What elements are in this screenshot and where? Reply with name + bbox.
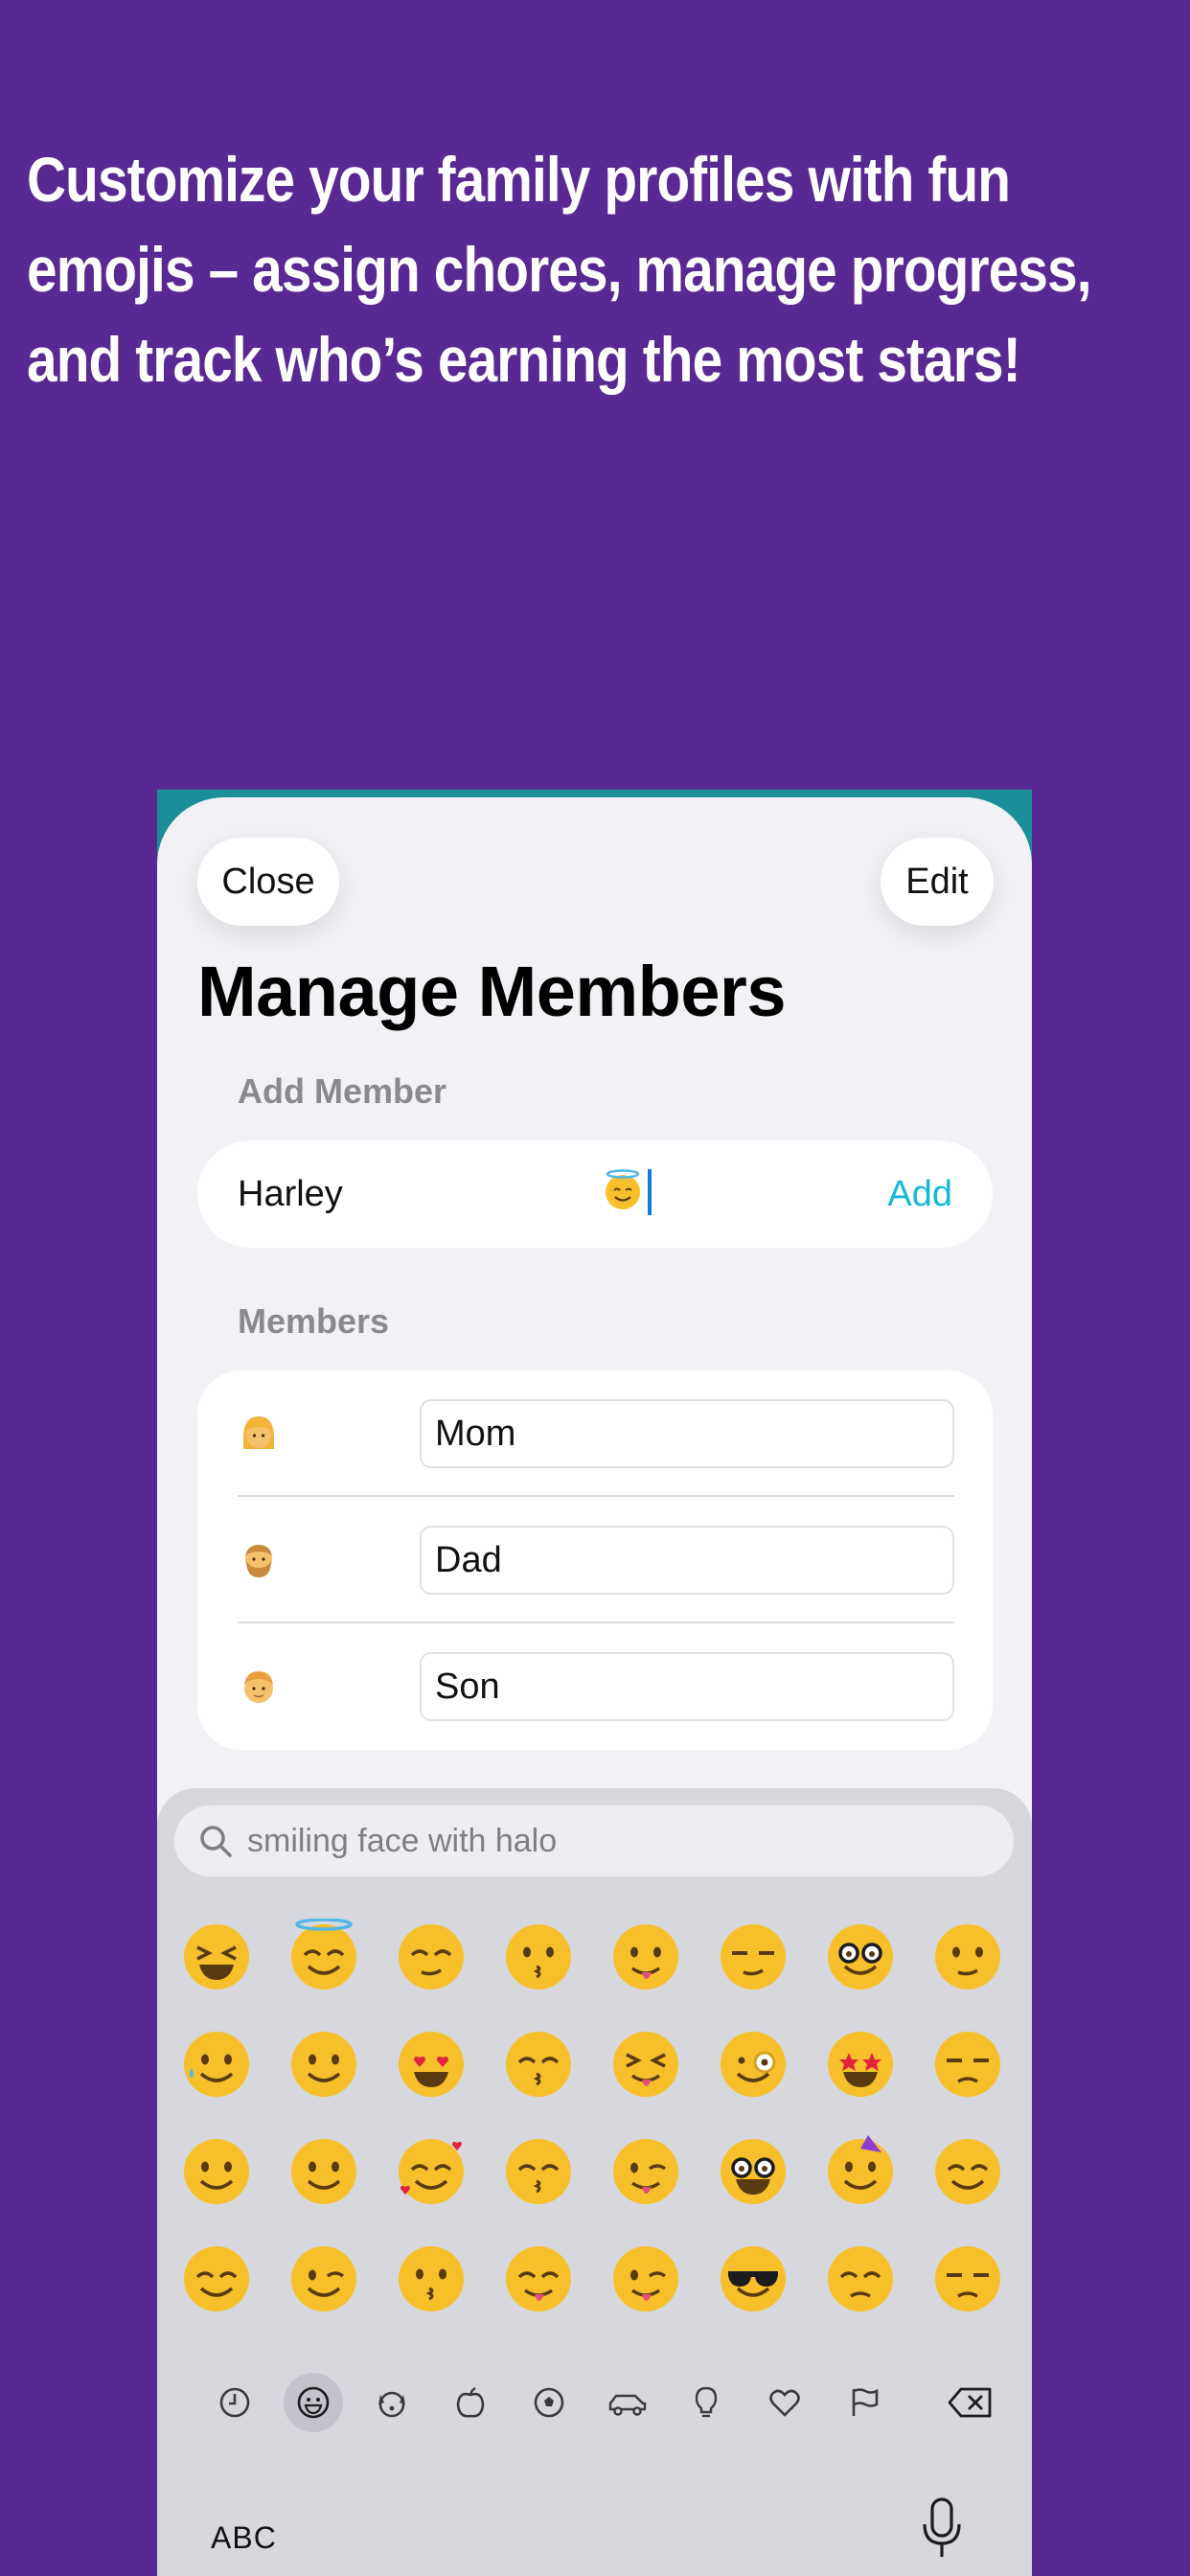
smiling-eyes-icon[interactable] [178, 2241, 255, 2317]
smirking-face-icon[interactable] [929, 1919, 1006, 1995]
face-with-tongue-icon[interactable] [607, 1919, 684, 1995]
partying-face-icon[interactable] [822, 2133, 899, 2210]
member-name-field[interactable]: Mom [420, 1399, 954, 1468]
symbols-icon[interactable] [755, 2373, 814, 2432]
add-member-button[interactable]: Add [887, 1174, 952, 1215]
man-beard-emoji-icon[interactable] [238, 1539, 280, 1581]
boy-emoji-icon[interactable] [238, 1666, 280, 1708]
members-list: Mom Dad Son [197, 1370, 993, 1750]
list-item: Son [197, 1623, 993, 1750]
disguised-face-icon[interactable] [822, 1919, 899, 1995]
smiling-face-with-tear-icon[interactable] [178, 2026, 255, 2103]
list-item: Dad [197, 1497, 993, 1623]
headline-line-3: and track who’s earning the most stars! [27, 324, 1021, 395]
page-title: Manage Members [197, 952, 786, 1031]
smiling-face-with-halo-icon[interactable] [602, 1169, 644, 1211]
face-with-raised-eyebrow-icon[interactable] [715, 1919, 791, 1995]
smiling-face-with-halo-icon[interactable] [286, 1919, 362, 1995]
abc-keyboard-button[interactable]: ABC [211, 2520, 277, 2556]
food-icon[interactable] [441, 2373, 500, 2432]
squinting-tongue-icon[interactable] [607, 2026, 684, 2103]
smiling-face-icon[interactable] [178, 2133, 255, 2210]
close-button[interactable]: Close [197, 838, 339, 926]
member-name-field[interactable]: Son [420, 1652, 954, 1721]
face-savoring-food-icon[interactable] [500, 2241, 577, 2317]
slightly-smiling-face-icon[interactable] [286, 2026, 362, 2103]
heart-eyes-icon[interactable] [393, 2026, 469, 2103]
zany-face-icon[interactable] [607, 2241, 684, 2317]
flags-icon[interactable] [834, 2373, 893, 2432]
winking-tongue-icon[interactable] [607, 2133, 684, 2210]
list-item: Mom [197, 1370, 993, 1497]
smileys-icon[interactable] [284, 2373, 343, 2432]
search-icon [200, 1826, 232, 1857]
edit-button[interactable]: Edit [881, 838, 994, 926]
objects-icon[interactable] [676, 2373, 736, 2432]
kissing-smiling-eyes-icon[interactable] [500, 2026, 577, 2103]
member-name-field[interactable]: Dad [420, 1526, 954, 1595]
kissing-face-icon[interactable] [500, 1919, 577, 1995]
face-exhaling-icon[interactable] [929, 2133, 1006, 2210]
face-with-monocle-icon[interactable] [715, 2026, 791, 2103]
woman-emoji-icon[interactable] [238, 1413, 280, 1455]
add-member-section-label: Add Member [238, 1071, 447, 1111]
recent-icon[interactable] [205, 2373, 264, 2432]
travel-icon[interactable] [598, 2373, 657, 2432]
delete-icon[interactable] [937, 2373, 1004, 2432]
emoji-keyboard: smiling face with halo ABC [157, 1788, 1032, 2576]
headline-line-2: emojis – assign chores, manage progress, [27, 234, 1092, 305]
text-cursor [648, 1169, 652, 1215]
emoji-search-text: smiling face with halo [247, 1822, 558, 1859]
promo-headline: Customize your family profiles with fun … [27, 134, 1177, 404]
disappointed-face-icon[interactable] [929, 2241, 1006, 2317]
headline-line-1: Customize your family profiles with fun [27, 144, 1011, 215]
member-name-input[interactable]: Harley [238, 1174, 343, 1215]
kissing-closed-eyes-icon[interactable] [500, 2133, 577, 2210]
pensive-face-icon[interactable] [822, 2241, 899, 2317]
members-section-label: Members [238, 1301, 390, 1341]
rolling-on-floor-laughing-icon[interactable] [178, 1919, 255, 1995]
manage-members-sheet: Close Edit Manage Members Add Member Har… [157, 797, 1032, 2576]
nerd-face-icon[interactable] [715, 2133, 791, 2210]
device-screen: Close Edit Manage Members Add Member Har… [157, 790, 1032, 2576]
emoji-search-field[interactable]: smiling face with halo [174, 1806, 1014, 1876]
activity-icon[interactable] [519, 2373, 579, 2432]
unamused-face-icon[interactable] [929, 2026, 1006, 2103]
sunglasses-face-icon[interactable] [715, 2241, 791, 2317]
microphone-icon[interactable] [920, 2496, 964, 2563]
star-struck-icon[interactable] [822, 2026, 899, 2103]
relieved-face-icon[interactable] [393, 1919, 469, 1995]
add-member-row: Harley Add [197, 1140, 993, 1248]
animals-icon[interactable] [362, 2373, 422, 2432]
smiling-face-with-hearts-icon[interactable] [393, 2133, 469, 2210]
winking-face-icon[interactable] [286, 2241, 362, 2317]
upside-down-face-icon[interactable] [286, 2133, 362, 2210]
emoji-category-bar [205, 2373, 992, 2440]
face-blowing-kiss-icon[interactable] [393, 2241, 469, 2317]
